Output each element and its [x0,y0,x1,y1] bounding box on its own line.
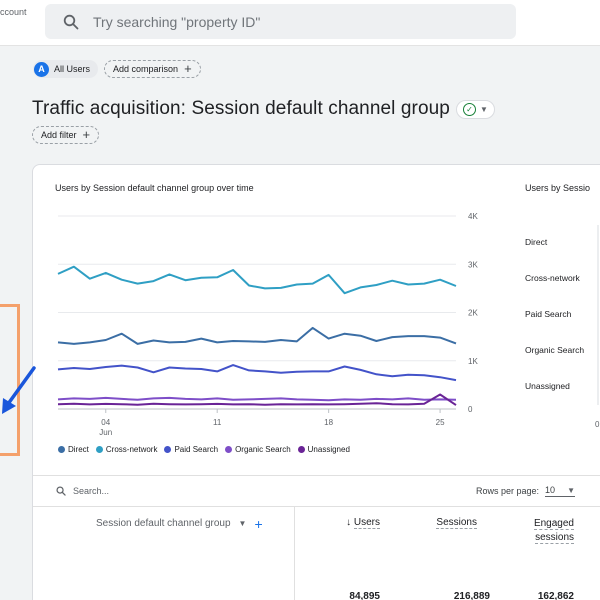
line-chart: 4K 3K 2K 1K 0 04Jun 11 18 25 [57,212,599,437]
divider [33,475,600,476]
rows-per-page-select[interactable]: 10 ▼ [545,485,575,497]
rows-per-page: Rows per page: 10 ▼ [476,485,575,497]
legend-item-unassigned[interactable]: Unassigned [297,445,350,454]
series-line-organic-search[interactable] [57,396,457,402]
divider [33,506,600,507]
users-header-label: Users [353,517,380,529]
legend-dot [164,446,172,453]
x-tick-label: 18 [324,418,333,427]
x-tick-label: 11 [213,418,222,427]
legend-dot [95,446,103,453]
series-line-cross-network[interactable] [57,265,457,295]
y-tick-label: 0 [468,405,473,414]
y-tick-label: 1K [468,357,478,366]
legend-label: Direct [68,445,89,454]
table-search[interactable]: Search... [56,486,109,496]
legend-item-organic-search[interactable]: Organic Search [225,445,291,454]
engaged-sessions-column-header[interactable]: Engaged sessions [533,517,574,545]
rows-per-page-label: Rows per page: [476,486,540,496]
legend-label: Unassigned [307,445,350,454]
sessions-column-header[interactable]: Sessions [436,517,477,529]
legend-label: Cross-network [105,445,158,454]
legend-dot [297,446,305,453]
dimension-header-label: Session default channel group [96,518,231,529]
engaged-header-label: Engaged [533,518,574,530]
y-tick-label: 2K [468,309,478,318]
sessions-total: 216,889 [453,591,490,600]
bar-category-label: Unassigned [525,381,570,391]
legend-dot [58,446,65,453]
series-line-direct[interactable] [57,326,457,345]
add-dimension-plus-icon[interactable]: + [254,517,262,531]
bar-category-label: Organic Search [525,345,585,355]
caret-down-icon[interactable]: ▼ [239,519,247,528]
legend-item-direct[interactable]: Direct [58,445,89,454]
bar-x-tick-label: 0 [595,420,600,429]
x-tick-label: 04 [101,418,110,427]
y-tick-label: 4K [468,212,478,221]
rows-per-page-value: 10 [545,485,556,495]
y-tick-label: 3K [468,260,478,269]
x-tick-month-label: Jun [99,428,112,437]
sort-down-arrow-icon: ↓ [346,517,354,528]
users-column-header[interactable]: ↓ Users [346,517,380,529]
chart-legend: Direct Cross-network Paid Search Organic Se… [58,445,350,454]
bar-category-label: Direct [525,237,548,247]
legend-label: Organic Search [235,445,291,454]
bar-category-label: Paid Search [525,309,572,319]
column-divider [294,507,295,600]
series-line-paid-search[interactable] [57,364,457,382]
x-tick-label: 25 [436,418,445,427]
dimension-column-header[interactable]: Session default channel group ▼ + [96,517,263,531]
legend-item-cross-network[interactable]: Cross-network [95,445,158,454]
legend-item-paid-search[interactable]: Paid Search [164,445,218,454]
engaged-sessions-total: 162,862 [537,591,574,600]
legend-dot [225,446,233,453]
caret-down-icon: ▼ [567,485,575,495]
sessions-header-label: Sessions [436,517,477,529]
table-search-placeholder[interactable]: Search... [73,486,109,496]
legend-label: Paid Search [174,445,219,454]
bar-category-label: Cross-network [525,273,580,283]
users-total: 84,895 [349,591,380,600]
search-icon [56,486,66,496]
arrow-annotation [2,366,36,414]
engaged-header-label-2: sessions [535,532,574,544]
